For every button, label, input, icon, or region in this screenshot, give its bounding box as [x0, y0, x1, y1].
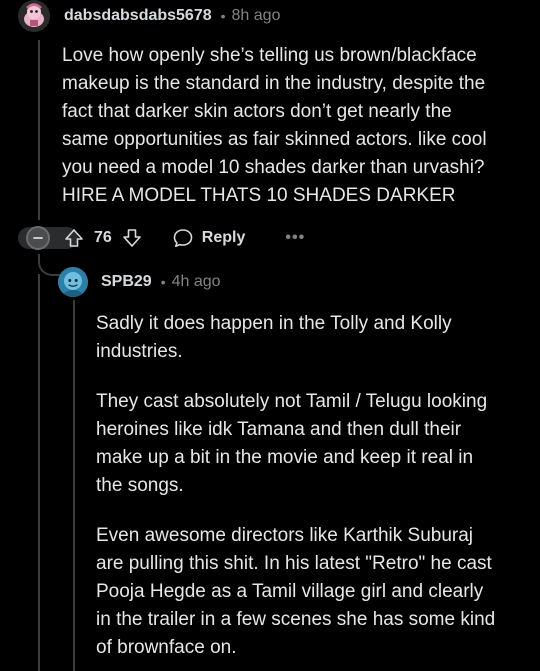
- comment-body-line: same opportunities as fair skinned actor…: [62, 129, 487, 150]
- meta-separator: •: [160, 274, 166, 290]
- reply-body: Sadly it does happen in the Tolly and Ko…: [96, 310, 526, 671]
- reply-label: Reply: [201, 229, 246, 246]
- downvote-button[interactable]: [122, 228, 142, 248]
- reply-body-line: heroines like idk Tamana and then dull t…: [96, 419, 462, 440]
- reply-body-line: Even awesome directors like Karthik Subu…: [96, 525, 474, 546]
- reply-body-line: industries.: [96, 341, 183, 362]
- comment-body-line: makeup is the standard in the industry, …: [62, 73, 486, 94]
- comment-action-bar: 76 Reply •••: [18, 222, 305, 254]
- reply-header: SPB29 • 4h ago: [58, 266, 221, 298]
- reply-body-line: of brownface on.: [96, 637, 237, 658]
- comment-body-line: HIRE A MODEL THATS 10 SHADES DARKER: [62, 185, 456, 206]
- reply-body-line: Sadly it does happen in the Tolly and Ko…: [96, 313, 452, 334]
- speech-bubble-icon: [173, 229, 193, 247]
- reply-paragraph: Even awesome directors like Karthik Subu…: [96, 522, 526, 662]
- vote-count: 76: [94, 229, 112, 246]
- vote-controls: 76: [64, 228, 142, 248]
- comment-body-line: fact that darker skin actors don’t get n…: [62, 101, 452, 122]
- reply-body-line: in the trailer in a few scenes she has s…: [96, 609, 496, 630]
- reply-username[interactable]: SPB29: [101, 273, 152, 291]
- reply-button[interactable]: Reply: [172, 227, 246, 249]
- reply-paragraph: Sadly it does happen in the Tolly and Ko…: [96, 310, 526, 366]
- reply-body-line: the songs.: [96, 475, 184, 496]
- avatar[interactable]: [58, 267, 88, 297]
- reply-body-line: are pulling this shit. In his latest "Re…: [96, 553, 492, 574]
- avatar[interactable]: [18, 0, 50, 32]
- comment-header: dabsdabsdabs5678 • 8h ago: [18, 0, 280, 32]
- comment-body: Love how openly she’s telling us brown/b…: [62, 42, 532, 210]
- comment-body-line: Love how openly she’s telling us brown/b…: [62, 45, 477, 66]
- thread-line: [38, 40, 40, 220]
- comment-timestamp: 8h ago: [231, 7, 281, 24]
- meta-separator: •: [220, 8, 226, 24]
- reply-timestamp: 4h ago: [171, 273, 221, 290]
- upvote-arrow-icon: [65, 229, 83, 247]
- downvote-arrow-icon: [122, 229, 141, 247]
- thread-connector: [38, 254, 60, 276]
- thread-line: [73, 300, 75, 671]
- snoo-avatar-icon: [58, 267, 88, 297]
- reply-body-line: They cast absolutely not Tamil / Telugu …: [96, 391, 488, 412]
- reply-paragraph: They cast absolutely not Tamil / Telugu …: [96, 388, 526, 500]
- minus-icon: [33, 237, 43, 239]
- upvote-button[interactable]: [64, 228, 84, 248]
- snoo-avatar-icon: [18, 0, 50, 32]
- comment-body-line: you need a model 10 shades darker than u…: [62, 157, 485, 178]
- thread-line: [38, 274, 40, 671]
- reply-body-line: Pooja Hegde as a Tamil village girl and …: [96, 581, 484, 602]
- more-options-button[interactable]: •••: [285, 229, 305, 247]
- comment-username[interactable]: dabsdabsdabs5678: [64, 7, 212, 25]
- reply-body-line: make up a bit in the movie and keep it r…: [96, 447, 474, 468]
- collapse-button[interactable]: [26, 226, 50, 250]
